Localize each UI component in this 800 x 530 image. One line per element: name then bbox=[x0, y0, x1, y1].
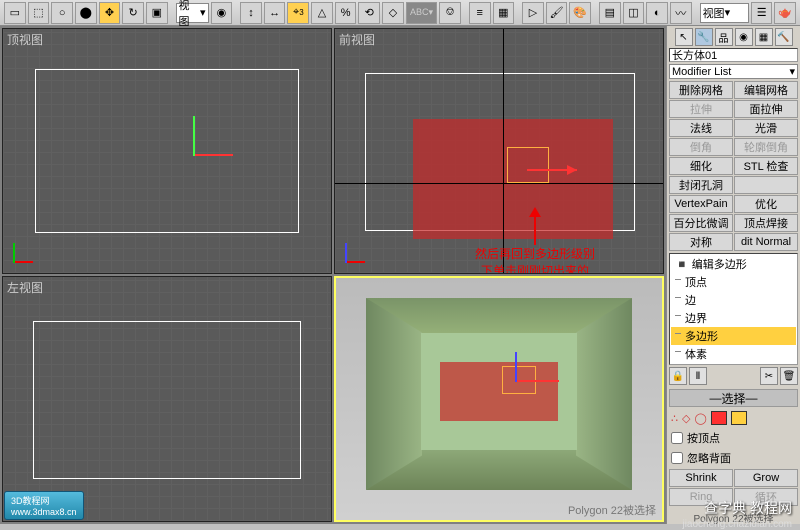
delete-mesh-btn[interactable]: 删除网格 bbox=[669, 81, 733, 99]
annotation-text-2: 下单击刚刚切出来的 bbox=[445, 262, 625, 274]
viewport-top[interactable]: 顶视图 bbox=[2, 28, 332, 274]
panel-tabs: ↖ 🔧 品 ◉ ▦ 🔨 bbox=[669, 28, 798, 46]
viewport-perspective[interactable]: Polygon 22被选择 bbox=[334, 276, 664, 522]
render-setup-btn[interactable]: ☰ bbox=[751, 2, 773, 24]
named-sets-btn[interactable]: ◇ bbox=[382, 2, 404, 24]
smooth-btn[interactable]: 光滑 bbox=[734, 119, 798, 137]
stack-root[interactable]: ◾ 编辑多边形 bbox=[671, 255, 796, 273]
snap-toggle[interactable]: ⌖3 bbox=[287, 2, 309, 24]
array-btn[interactable]: ▦ bbox=[493, 2, 515, 24]
play-btn[interactable]: ▷ bbox=[522, 2, 544, 24]
selection-rollout-header[interactable]: — 选择 — bbox=[669, 389, 798, 407]
object-name-input[interactable] bbox=[669, 48, 798, 62]
quick-render-btn[interactable]: 🎨 bbox=[569, 2, 591, 24]
angle-snap-btn[interactable]: △ bbox=[311, 2, 333, 24]
lasso-tool[interactable]: ○ bbox=[51, 2, 73, 24]
shrink-btn[interactable]: Shrink bbox=[669, 469, 733, 487]
constraint-y-btn[interactable]: ↔ bbox=[264, 2, 286, 24]
viewport-area: 顶视图 前视图 然后再回到多边形级别 下单击刚刚切出来的 bbox=[0, 26, 666, 524]
viewport-left[interactable]: 左视图 bbox=[2, 276, 332, 522]
stack-polygon[interactable]: 多边形 bbox=[671, 327, 796, 345]
selection-status: Polygon 22被选择 bbox=[568, 502, 656, 518]
align-btn[interactable]: ≡ bbox=[469, 2, 491, 24]
render-view-dropdown[interactable]: 视图 ▾ bbox=[700, 3, 749, 23]
viewport-front-label: 前视图 bbox=[339, 31, 375, 48]
chamfer-btn[interactable]: 倒角 bbox=[669, 138, 733, 156]
watermark-text: 查字典 教程网 bbox=[704, 498, 792, 518]
rotate-tool[interactable]: ↻ bbox=[122, 2, 144, 24]
create-tab[interactable]: ↖ bbox=[675, 28, 693, 46]
coord-system-dropdown[interactable]: 视图 ▾ bbox=[176, 3, 209, 23]
paint-select-tool[interactable]: ⬤ bbox=[75, 2, 97, 24]
ignore-backface-checkbox[interactable]: 忽略背面 bbox=[669, 449, 798, 467]
center-pivot-btn[interactable]: ◉ bbox=[211, 2, 233, 24]
command-panel: ↖ 🔧 品 ◉ ▦ 🔨 Modifier List▾ 删除网格 编辑网格 拉伸 … bbox=[666, 26, 800, 524]
configure-icon[interactable]: ✂ bbox=[760, 367, 778, 385]
remove-icon[interactable]: 🗑 bbox=[780, 367, 798, 385]
schematic-btn[interactable]: ◫ bbox=[623, 2, 645, 24]
edit-mesh-btn[interactable]: 编辑网格 bbox=[734, 81, 798, 99]
viewport-top-label: 顶视图 bbox=[7, 31, 43, 48]
main-toolbar: ▭ ⬚ ○ ⬤ ✥ ↻ ▣ 视图 ▾ ◉ ↕ ↔ ⌖3 △ % ⟲ ◇ ABC▾… bbox=[0, 0, 800, 26]
hierarchy-tab[interactable]: 品 bbox=[715, 28, 733, 46]
grow-btn[interactable]: Grow bbox=[734, 469, 798, 487]
outline-chamfer-btn[interactable]: 轮廓倒角 bbox=[734, 138, 798, 156]
display-tab[interactable]: ▦ bbox=[755, 28, 773, 46]
stack-element[interactable]: 体素 bbox=[671, 345, 796, 363]
modify-tab[interactable]: 🔧 bbox=[695, 28, 713, 46]
render-btn[interactable]: 🖌 bbox=[546, 2, 568, 24]
vertex-weld-btn[interactable]: 顶点焊接 bbox=[734, 214, 798, 232]
normal-btn[interactable]: 法线 bbox=[669, 119, 733, 137]
spinner-snap-btn[interactable]: ⟲ bbox=[358, 2, 380, 24]
edge-mode-icon[interactable]: ◇ bbox=[682, 412, 690, 425]
stl-check-btn[interactable]: STL 检查 bbox=[734, 157, 798, 175]
layer-btn[interactable]: ▤ bbox=[599, 2, 621, 24]
extrude-btn[interactable]: 拉伸 bbox=[669, 100, 733, 118]
tessellate-btn[interactable]: 细化 bbox=[669, 157, 733, 175]
constraint-x-btn[interactable]: ↕ bbox=[240, 2, 262, 24]
abc-btn[interactable]: ABC▾ bbox=[406, 2, 437, 24]
percent-snap-btn[interactable]: % bbox=[335, 2, 357, 24]
material-btn[interactable]: ◐ bbox=[646, 2, 668, 24]
vertex-mode-icon[interactable]: ∴ bbox=[671, 412, 678, 425]
select-tool[interactable]: ▭ bbox=[4, 2, 26, 24]
cap-holes-btn[interactable]: 封闭孔洞 bbox=[669, 176, 733, 194]
utilities-tab[interactable]: 🔨 bbox=[775, 28, 793, 46]
stack-tools: 🔒 Ⅱ ✂ 🗑 bbox=[669, 367, 798, 385]
stack-edge[interactable]: 边 bbox=[671, 291, 796, 309]
modifier-list-dropdown[interactable]: Modifier List▾ bbox=[669, 64, 798, 79]
annotation-text-1: 然后再回到多边形级别 bbox=[445, 245, 625, 262]
curve-editor-btn[interactable]: 〰 bbox=[670, 2, 692, 24]
element-mode-icon[interactable] bbox=[731, 411, 747, 425]
teapot-btn[interactable]: 🫖 bbox=[774, 2, 796, 24]
motion-tab[interactable]: ◉ bbox=[735, 28, 753, 46]
move-tool[interactable]: ✥ bbox=[99, 2, 121, 24]
face-extrude-btn[interactable]: 面拉伸 bbox=[734, 100, 798, 118]
stack-vertex[interactable]: 顶点 bbox=[671, 273, 796, 291]
border-mode-icon[interactable]: ◯ bbox=[694, 412, 706, 425]
polygon-mode-icon[interactable] bbox=[711, 411, 727, 425]
vertex-paint-btn[interactable]: VertexPain bbox=[669, 195, 733, 213]
viewport-front[interactable]: 前视图 然后再回到多边形级别 下单击刚刚切出来的 面。 bbox=[334, 28, 664, 274]
by-vertex-checkbox[interactable]: 按顶点 bbox=[669, 429, 798, 447]
mirror-btn[interactable]: ⎊ bbox=[439, 2, 461, 24]
pin-stack-icon[interactable]: 🔒 bbox=[669, 367, 687, 385]
site-logo: 3D教程网 www.3dmax8.cn bbox=[4, 491, 84, 520]
edit-normal-btn[interactable]: dit Normal bbox=[734, 233, 798, 251]
region-select-tool[interactable]: ⬚ bbox=[28, 2, 50, 24]
optimize-btn[interactable]: 优化 bbox=[734, 195, 798, 213]
modifier-buttons: 删除网格 编辑网格 拉伸 面拉伸 法线 光滑 倒角 轮廓倒角 细化 STL 检查… bbox=[669, 81, 798, 251]
symmetry-btn[interactable]: 对称 bbox=[669, 233, 733, 251]
subobject-selector: ∴ ◇ ◯ bbox=[669, 409, 798, 427]
scale-tool[interactable]: ▣ bbox=[146, 2, 168, 24]
stack-border[interactable]: 边界 bbox=[671, 309, 796, 327]
modifier-stack[interactable]: ◾ 编辑多边形 顶点 边 边界 多边形 体素 bbox=[669, 253, 798, 365]
watermark-url: jiaocheng.chazidian.com bbox=[682, 519, 792, 530]
show-end-icon[interactable]: Ⅱ bbox=[689, 367, 707, 385]
empty-btn bbox=[734, 176, 798, 194]
percent-tweak-btn[interactable]: 百分比微调 bbox=[669, 214, 733, 232]
viewport-left-label: 左视图 bbox=[7, 279, 43, 296]
